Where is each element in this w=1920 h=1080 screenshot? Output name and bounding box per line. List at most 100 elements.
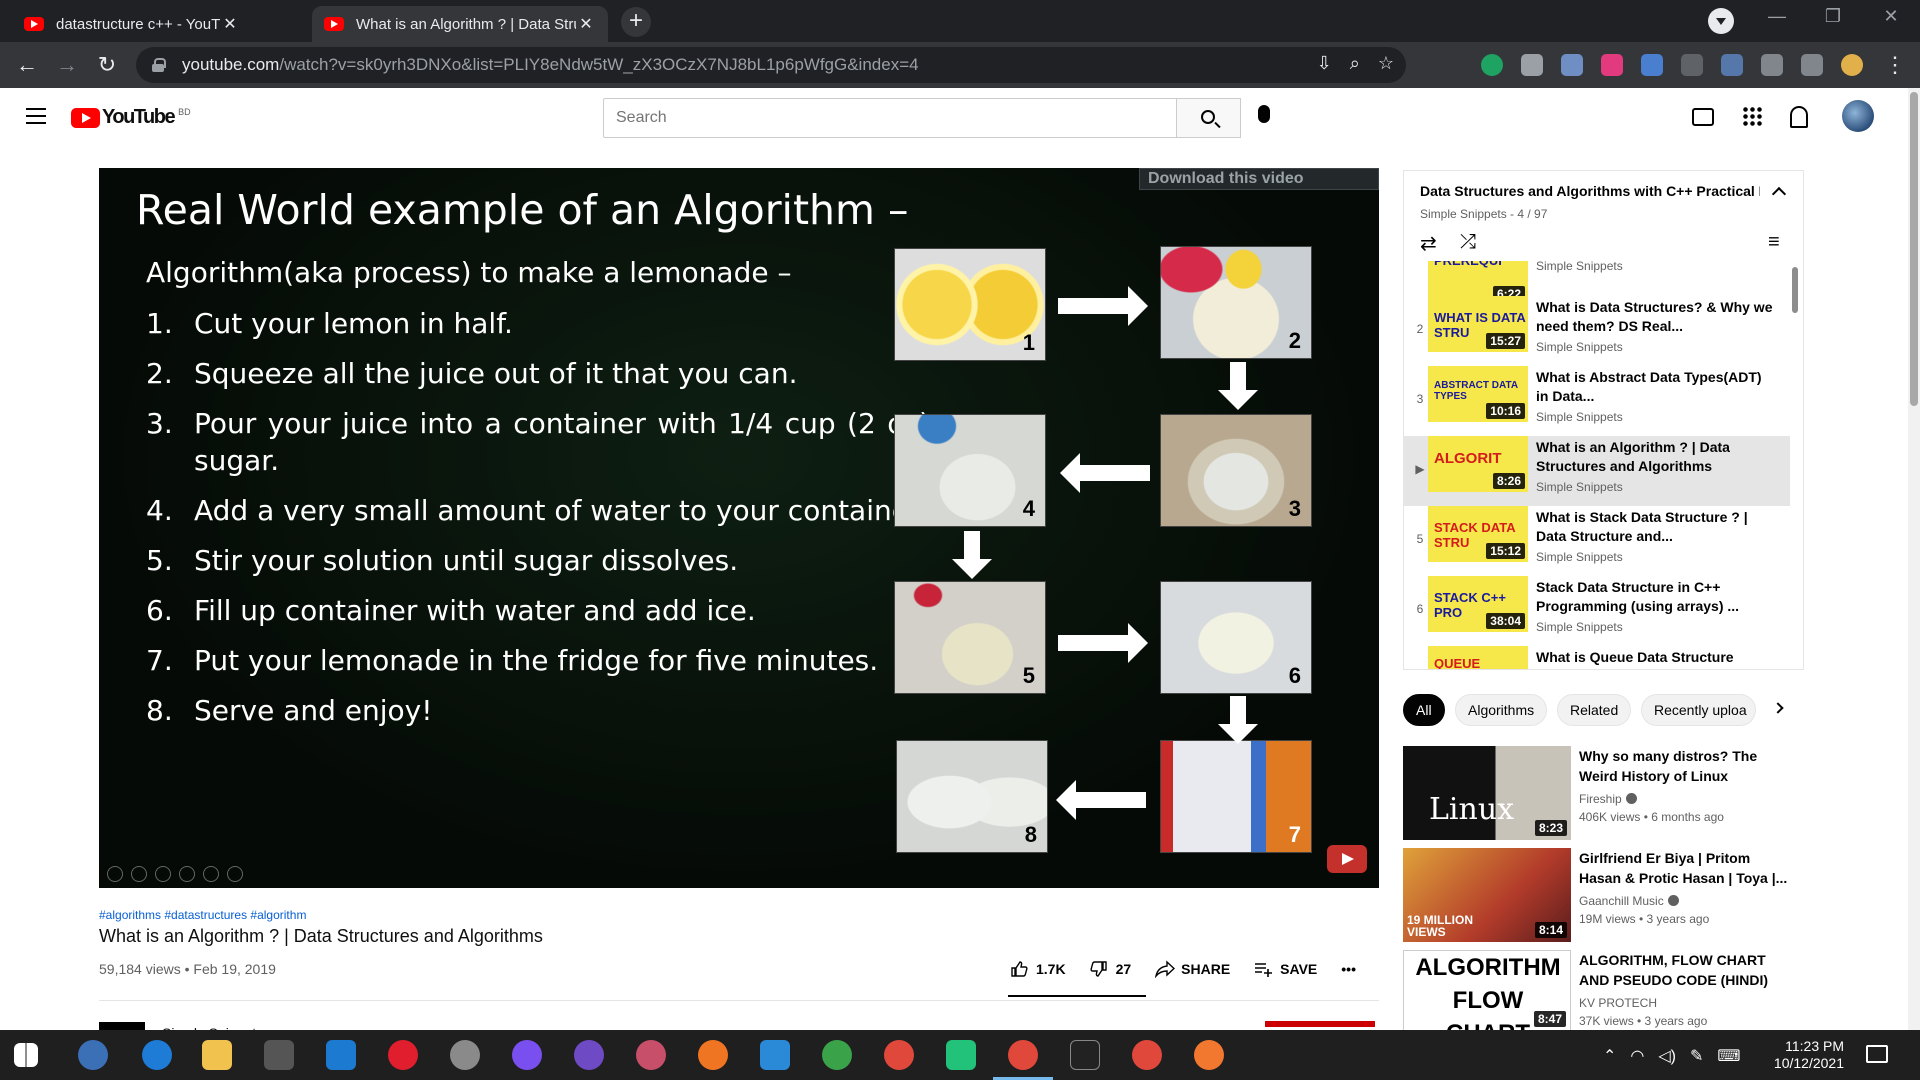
- playlist-item[interactable]: 2 WHAT IS DATA STRU 15:27 What is Data St…: [1404, 296, 1790, 366]
- new-tab-button[interactable]: +: [621, 7, 651, 37]
- screen-extension-icon[interactable]: [1681, 54, 1703, 76]
- shuffle-icon[interactable]: ⤮: [1460, 231, 1476, 254]
- notifications-bell-icon[interactable]: [1790, 106, 1808, 128]
- install-app-icon[interactable]: ⇩: [1317, 53, 1332, 74]
- postman-icon[interactable]: [1194, 1040, 1224, 1070]
- address-bar[interactable]: youtube.com/watch?v=sk0yrh3DNXo&list=PLI…: [136, 47, 1406, 83]
- video-hashtags[interactable]: #algorithms #datastructures #algorithm: [99, 908, 306, 922]
- playlist-item[interactable]: 3 ABSTRACT DATA TYPES 10:16 What is Abstr…: [1404, 366, 1790, 436]
- microphone-icon[interactable]: [1258, 105, 1270, 123]
- volume-icon[interactable]: ◁): [1658, 1046, 1676, 1066]
- file-explorer-icon[interactable]: [202, 1040, 232, 1070]
- pen-icon[interactable]: [155, 866, 171, 882]
- subscribe-button[interactable]: [1265, 1021, 1375, 1027]
- collapse-chevron-icon[interactable]: [1771, 186, 1787, 202]
- close-tab-icon[interactable]: ✕: [220, 14, 240, 34]
- download-video-bar[interactable]: Download this video: [1139, 168, 1379, 190]
- more-actions-button[interactable]: •••: [1341, 961, 1356, 977]
- next-slide-icon[interactable]: [131, 866, 147, 882]
- github-icon[interactable]: [574, 1040, 604, 1070]
- clock[interactable]: 11:23 PM 10/12/2021: [1774, 1038, 1844, 1072]
- media-queue-icon[interactable]: [1801, 54, 1823, 76]
- chevron-right-icon[interactable]: [1772, 702, 1784, 714]
- related-video[interactable]: 19 MILLION VIEWS 8:14 Girlfriend Er Biya…: [1403, 848, 1803, 942]
- account-avatar[interactable]: [1842, 100, 1874, 132]
- qbittorrent-icon[interactable]: [78, 1040, 108, 1070]
- restore-icon[interactable]: ❐: [1810, 6, 1856, 27]
- vscode-icon[interactable]: [760, 1040, 790, 1070]
- create-video-icon[interactable]: [1692, 108, 1714, 126]
- chrome-profile-icon[interactable]: [1132, 1040, 1162, 1070]
- back-icon[interactable]: ←: [14, 52, 40, 78]
- menu-icon[interactable]: [26, 108, 46, 124]
- chip-recently-uploaded[interactable]: Recently uploa: [1641, 694, 1756, 726]
- camera-extension-icon[interactable]: [1521, 54, 1543, 76]
- chip-algorithms[interactable]: Algorithms: [1455, 694, 1548, 726]
- reload-icon[interactable]: ↻: [94, 52, 120, 78]
- keyboard-icon[interactable]: ⌨: [1717, 1046, 1740, 1066]
- like-button[interactable]: 1.7K: [1010, 960, 1066, 978]
- zoom-slide-icon[interactable]: [203, 866, 219, 882]
- search-button[interactable]: [1177, 98, 1241, 138]
- notification-center-icon[interactable]: [1866, 1045, 1888, 1063]
- tab-search-icon[interactable]: [1708, 8, 1734, 34]
- extension-icon[interactable]: [1561, 54, 1583, 76]
- firefox-icon[interactable]: [698, 1040, 728, 1070]
- playlist-title[interactable]: Data Structures and Algorithms with C++ …: [1420, 183, 1760, 199]
- playlist-item[interactable]: 5 STACK DATA STRU 15:12 What is Stack Dat…: [1404, 506, 1790, 576]
- close-tab-icon[interactable]: ✕: [576, 14, 596, 34]
- puzzle-extensions-icon[interactable]: [1761, 54, 1783, 76]
- share-button[interactable]: SHARE: [1154, 960, 1230, 979]
- playlist-item[interactable]: 6 STACK C++ PRO 38:04 Stack Data Structur…: [1404, 576, 1790, 646]
- download-extension-icon[interactable]: [1641, 54, 1663, 76]
- playlist-item-current[interactable]: ▶ ALGORIT 8:26 What is an Algorithm ? | D…: [1404, 436, 1790, 506]
- tray-expand-icon[interactable]: ⌃: [1603, 1046, 1616, 1066]
- more-options-icon[interactable]: [227, 866, 243, 882]
- pen-tray-icon[interactable]: ✎: [1690, 1046, 1703, 1066]
- player-extension-icon[interactable]: [1601, 54, 1623, 76]
- mail-icon[interactable]: [326, 1040, 356, 1070]
- chip-all[interactable]: All: [1403, 694, 1445, 726]
- pycharm-icon[interactable]: [946, 1040, 976, 1070]
- profile-avatar-icon[interactable]: [1841, 54, 1863, 76]
- store-icon[interactable]: [264, 1040, 294, 1070]
- app-icon[interactable]: [450, 1040, 480, 1070]
- search-input[interactable]: [616, 109, 1176, 127]
- loop-icon[interactable]: ⇄: [1420, 231, 1437, 256]
- video-player[interactable]: Download this video Real World example o…: [99, 168, 1379, 888]
- wifi-icon[interactable]: ◠: [1630, 1046, 1644, 1066]
- youtube-logo[interactable]: YouTube BD: [71, 106, 191, 129]
- page-scrollbar-thumb[interactable]: [1910, 92, 1918, 406]
- playlist-item[interactable]: QUEUE What is Queue Data Structure: [1404, 646, 1790, 669]
- tab-what-is-algorithm[interactable]: What is an Algorithm ? | Data Stru ✕: [312, 6, 608, 42]
- chip-related[interactable]: Related: [1557, 694, 1632, 726]
- opera-icon[interactable]: [388, 1040, 418, 1070]
- playlist-scrollbar[interactable]: [1792, 267, 1798, 313]
- tab-datastructure[interactable]: datastructure c++ - YouTube ✕: [12, 6, 252, 42]
- bookmark-star-icon[interactable]: ☆: [1378, 53, 1394, 74]
- chrome-active-icon[interactable]: [1008, 1040, 1038, 1070]
- messenger-icon[interactable]: [512, 1040, 542, 1070]
- close-window-icon[interactable]: ✕: [1868, 6, 1914, 27]
- dislike-button[interactable]: 27: [1090, 960, 1131, 978]
- grammarly-extension-icon[interactable]: [1481, 54, 1503, 76]
- save-button[interactable]: SAVE: [1254, 960, 1317, 978]
- minimize-icon[interactable]: —: [1754, 6, 1800, 27]
- playlist-menu-icon[interactable]: ≡: [1768, 231, 1780, 254]
- related-video[interactable]: ALGORITHM FLOW CHART PSEUDO CO 8:47 ALGO…: [1403, 950, 1803, 1030]
- zoom-icon[interactable]: ⌕: [1350, 53, 1360, 74]
- channel-logo[interactable]: [99, 1022, 145, 1030]
- forward-icon[interactable]: →: [54, 52, 80, 78]
- playlist-subtitle[interactable]: Simple Snippets - 4 / 97: [1420, 207, 1547, 221]
- related-video[interactable]: Linux 8:23 Why so many distros? The Weir…: [1403, 746, 1803, 840]
- chrome-icon[interactable]: [884, 1040, 914, 1070]
- youtube-watermark-icon[interactable]: [1327, 845, 1367, 873]
- chrome-menu-icon[interactable]: ⋮: [1882, 52, 1908, 78]
- apps-grid-icon[interactable]: [1742, 106, 1764, 128]
- pen-extension-icon[interactable]: [1721, 54, 1743, 76]
- terminal-icon[interactable]: [1070, 1040, 1100, 1070]
- paint-icon[interactable]: [636, 1040, 666, 1070]
- edge-icon[interactable]: [142, 1040, 172, 1070]
- grid-icon[interactable]: [179, 866, 195, 882]
- prev-slide-icon[interactable]: [107, 866, 123, 882]
